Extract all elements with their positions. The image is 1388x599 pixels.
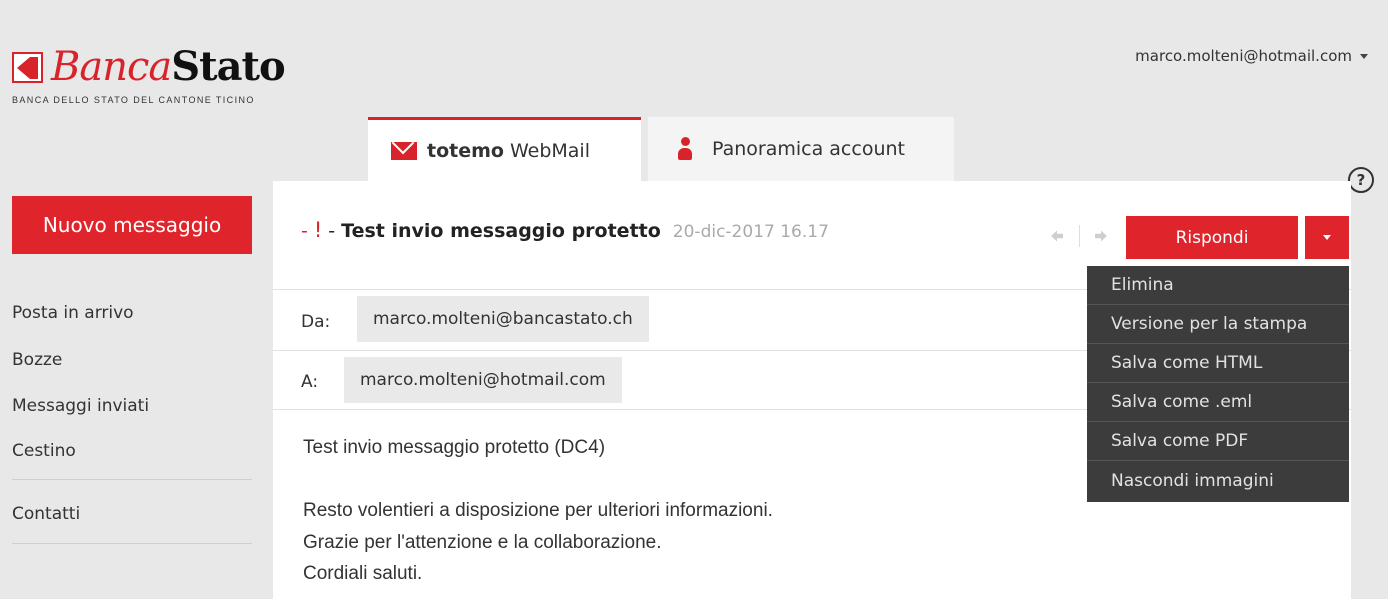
menu-item-save-eml[interactable]: Salva come .eml [1087,383,1349,422]
arrow-divider [1079,225,1080,247]
sidebar-divider [12,479,252,480]
previous-message-arrow-icon[interactable] [1050,229,1064,243]
to-label: A: [301,372,319,392]
from-address-chip[interactable]: marco.molteni@bancastato.ch [357,296,649,342]
message-date: 20-dic-2017 16.17 [672,222,829,242]
sidebar-item-sent[interactable]: Messaggi inviati [12,396,149,416]
tab-webmail-brand: totemo [427,139,504,162]
sidebar-divider [12,543,252,544]
bancastato-logo-mark-icon [12,51,43,83]
message-subject-line: - ! - Test invio messaggio protetto 20-d… [301,218,829,242]
sidebar-item-trash[interactable]: Cestino [12,441,76,461]
tab-webmail-label: WebMail [509,139,590,162]
bancastato-logo: BancaStato BANCA DELLO STATO DEL CANTONE… [12,43,286,105]
message-body-line: Grazie per l'attenzione e la collaborazi… [303,532,662,553]
menu-item-print-version[interactable]: Versione per la stampa [1087,305,1349,344]
subject-separator: - [328,220,336,242]
new-message-button[interactable]: Nuovo messaggio [12,196,252,254]
message-subject: Test invio messaggio protetto [341,220,661,242]
menu-item-save-html[interactable]: Salva come HTML [1087,344,1349,383]
menu-item-save-pdf[interactable]: Salva come PDF [1087,422,1349,461]
priority-icon: ! [313,218,323,242]
to-address-chip[interactable]: marco.molteni@hotmail.com [344,357,622,403]
envelope-icon [391,141,417,160]
person-icon [678,137,692,161]
message-body-line: Cordiali saluti. [303,563,423,584]
sidebar-item-contacts[interactable]: Contatti [12,504,80,524]
reply-options-toggle[interactable] [1305,216,1349,259]
tab-account-overview[interactable]: Panoramica account [648,117,954,181]
tab-account-label: Panoramica account [712,138,905,160]
help-icon[interactable]: ? [1348,167,1374,193]
reply-options-menu: Elimina Versione per la stampa Salva com… [1087,266,1349,502]
menu-item-delete[interactable]: Elimina [1087,266,1349,305]
user-account-menu[interactable]: marco.molteni@hotmail.com [1135,47,1368,65]
user-email: marco.molteni@hotmail.com [1135,47,1352,65]
message-body-line: Test invio messaggio protetto (DC4) [303,437,606,458]
chevron-down-icon [1360,53,1368,59]
reply-button[interactable]: Rispondi [1126,216,1298,259]
chevron-down-icon [1323,235,1331,240]
logo-wordmark: BancaStato [51,43,286,90]
logo-subtitle: BANCA DELLO STATO DEL CANTONE TICINO [12,95,255,105]
subject-prefix: - [301,220,308,242]
message-body-line: Resto volentieri a disposizione per ulte… [303,500,773,521]
sidebar-item-inbox[interactable]: Posta in arrivo [12,303,134,323]
tab-webmail[interactable]: totemo WebMail [368,117,641,181]
from-label: Da: [301,312,331,332]
sidebar-item-drafts[interactable]: Bozze [12,350,62,370]
menu-item-hide-images[interactable]: Nascondi immagini [1087,461,1349,500]
next-message-arrow-icon[interactable] [1094,229,1108,243]
